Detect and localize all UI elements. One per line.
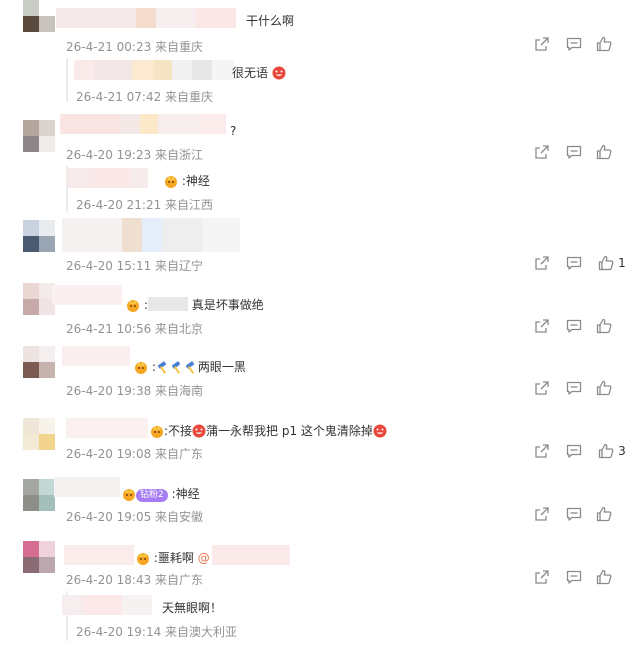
like-icon[interactable] — [590, 318, 622, 334]
share-icon[interactable] — [526, 506, 558, 522]
comment-icon[interactable] — [558, 36, 590, 52]
mention-link[interactable]: @ — [198, 551, 210, 565]
blurred-username — [62, 595, 152, 615]
comment-icon[interactable] — [558, 318, 590, 334]
reply-block: 很无语 26-4-21 07:42 来自重庆 — [66, 58, 368, 104]
like-icon[interactable] — [590, 144, 622, 160]
like-icon[interactable]: 3 — [590, 443, 634, 459]
fan-badge-icon — [136, 551, 150, 565]
comment-meta: 26-4-20 15:11 来自辽宁 — [66, 259, 204, 273]
blurred-username — [52, 285, 122, 305]
fan-badge-icon — [164, 174, 178, 188]
share-icon[interactable] — [526, 443, 558, 459]
fan-badge-icon — [126, 298, 140, 312]
comment-text: 干什么啊 — [246, 14, 295, 28]
fan-badge-icon — [134, 360, 148, 374]
share-icon[interactable] — [526, 318, 558, 334]
blurred-username — [74, 60, 234, 80]
comment-text: ? — [230, 124, 237, 138]
like-icon[interactable]: 1 — [590, 255, 634, 271]
emoji-icon — [373, 424, 387, 438]
comment-meta: 26-4-21 00:23 来自重庆 — [66, 40, 204, 54]
reply-meta: 26-4-21 07:42 来自重庆 — [76, 90, 214, 104]
comment-text: :不接 蒲一永帮我把 p1 这个鬼清除掉 — [150, 422, 387, 439]
blurred-username — [60, 114, 226, 134]
reply-block: :神经 26-4-20 21:21 来自江西 — [66, 166, 368, 212]
comment-actions — [526, 144, 622, 160]
reply-text: 很无语 — [232, 64, 286, 81]
reply-meta: 26-4-20 19:14 来自澳大利亚 — [76, 625, 238, 639]
avatar[interactable] — [23, 120, 55, 152]
fan-badge-icon — [150, 424, 164, 438]
avatar[interactable] — [23, 541, 55, 573]
comment-actions — [526, 506, 622, 522]
share-icon[interactable] — [526, 255, 558, 271]
fan-badge-icon — [122, 487, 136, 501]
avatar[interactable] — [23, 0, 55, 32]
comment-actions: 3 — [526, 443, 634, 459]
comment-actions — [526, 380, 622, 396]
comment-actions — [526, 36, 622, 52]
blurred-username — [54, 477, 120, 497]
reply-block: 天無眼啊！ 26-4-20 19:14 来自澳大利亚 — [62, 591, 368, 641]
avatar[interactable] — [23, 283, 55, 315]
hammer-icon — [170, 360, 184, 374]
comment-meta: 26-4-20 19:23 来自浙江 — [66, 148, 204, 162]
comment-actions — [526, 569, 622, 585]
avatar[interactable] — [23, 220, 55, 252]
like-icon[interactable] — [590, 569, 622, 585]
comment-icon[interactable] — [558, 506, 590, 522]
comment-icon[interactable] — [558, 380, 590, 396]
avatar[interactable] — [23, 418, 55, 450]
comment-icon[interactable] — [558, 144, 590, 160]
avatar[interactable] — [23, 346, 55, 378]
share-icon[interactable] — [526, 569, 558, 585]
comment-meta: 26-4-20 19:08 来自广东 — [66, 447, 204, 461]
vip-badge: 钻粉2 — [136, 489, 168, 502]
share-icon[interactable] — [526, 36, 558, 52]
comment-text: 钻粉2 :神经 — [122, 485, 200, 502]
comment-icon[interactable] — [558, 569, 590, 585]
comment-meta: 26-4-20 18:43 来自广东 — [66, 573, 204, 587]
comment-icon[interactable] — [558, 255, 590, 271]
comment-meta: 26-4-21 10:56 来自北京 — [66, 322, 204, 336]
like-icon[interactable] — [590, 36, 622, 52]
emoji-icon — [192, 424, 206, 438]
blurred-username — [62, 218, 240, 252]
blurred-username — [56, 8, 236, 28]
comment-actions — [526, 318, 622, 334]
hammer-icon — [156, 360, 170, 374]
avatar[interactable] — [23, 479, 55, 511]
like-icon[interactable] — [590, 380, 622, 396]
comment-text: : 两眼一黑 — [134, 358, 246, 375]
comment-meta: 26-4-20 19:38 来自海南 — [66, 384, 204, 398]
share-icon[interactable] — [526, 380, 558, 396]
reply-text: :神经 — [164, 172, 210, 189]
comment-text: :噩耗啊 @ — [136, 549, 210, 566]
reply-meta: 26-4-20 21:21 来自江西 — [76, 198, 214, 212]
comment-icon[interactable] — [558, 443, 590, 459]
hammer-icon — [184, 360, 198, 374]
share-icon[interactable] — [526, 144, 558, 160]
comment-meta: 26-4-20 19:05 来自安徽 — [66, 510, 204, 524]
blurred-username — [66, 418, 148, 438]
reply-text: 天無眼啊！ — [162, 601, 223, 615]
like-icon[interactable] — [590, 506, 622, 522]
comment-actions: 1 — [526, 255, 634, 271]
blurred-username — [212, 545, 290, 565]
comment-text: : 真是坏事做绝 — [126, 296, 264, 313]
blurred-username — [68, 168, 148, 188]
blurred-username — [64, 545, 134, 565]
blurred-username — [62, 346, 130, 366]
emoji-icon — [272, 66, 286, 80]
